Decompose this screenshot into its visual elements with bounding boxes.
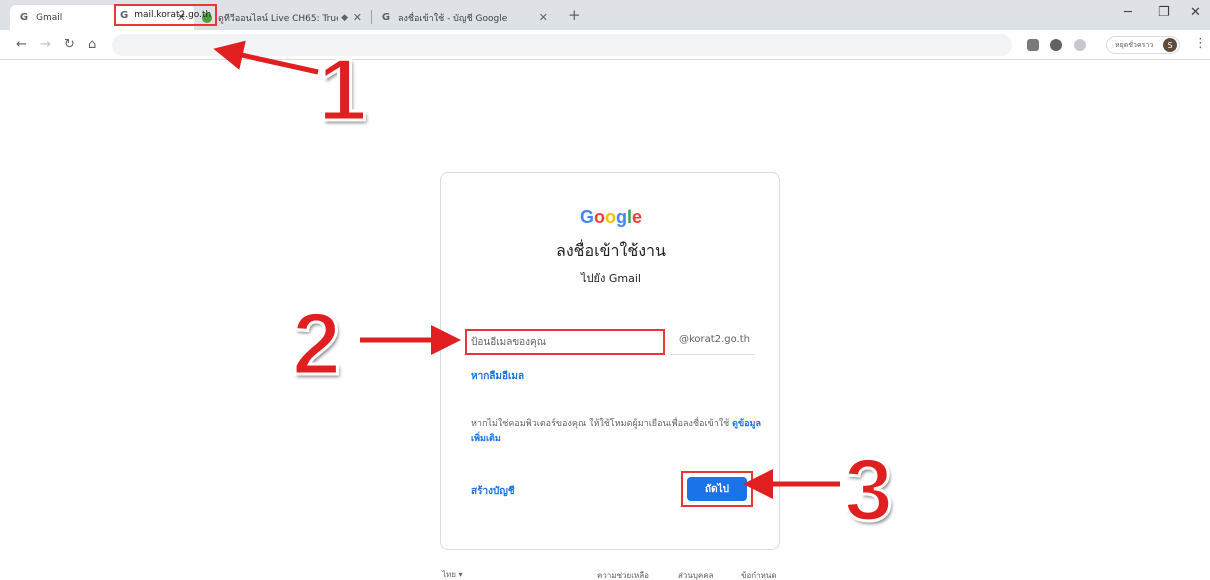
close-tab-icon[interactable]: ✕	[539, 11, 548, 24]
new-tab-icon[interactable]: +	[568, 6, 581, 24]
extension-icon[interactable]	[1050, 39, 1062, 51]
reload-icon[interactable]: ↻	[64, 37, 75, 52]
tab-title: ดูทีวีออนไลน์ Live CH65: TrueS:	[218, 13, 338, 24]
email-domain-suffix: @korat2.go.th	[679, 334, 750, 345]
logo-letter: e	[632, 207, 643, 227]
footer-privacy-link[interactable]: ส่วนบุคคล	[678, 569, 714, 580]
next-button-highlight: ถัดไป	[681, 471, 753, 507]
avatar[interactable]: S	[1163, 38, 1177, 52]
browser-window: G Gmail ✕ ดูทีวีออนไลน์ Live CH65: TrueS…	[0, 0, 1210, 580]
profile-label: หยุดชั่วคราว	[1115, 40, 1154, 49]
extension-icon[interactable]	[1074, 39, 1086, 51]
create-account-link[interactable]: สร้างบัญชี	[471, 484, 515, 499]
logo-letter: o	[604, 207, 616, 227]
minimize-icon[interactable]: ─	[1124, 5, 1132, 20]
logo-letter: o	[593, 207, 605, 227]
language-selector[interactable]: ไทย ▾	[442, 568, 463, 580]
tab-title: Gmail	[36, 12, 63, 23]
restore-icon[interactable]: ❐	[1158, 5, 1170, 20]
input-underline	[671, 354, 755, 355]
signin-subheading: ไปยัง Gmail	[581, 272, 641, 285]
footer-terms-link[interactable]: ข้อกำหนด	[741, 569, 777, 580]
forgot-email-link[interactable]: หากลืมอีเมล	[471, 369, 524, 384]
home-icon[interactable]: ⌂	[88, 37, 96, 52]
address-bar[interactable]	[112, 34, 1012, 56]
signin-heading: ลงชื่อเข้าใช้งาน	[556, 241, 666, 260]
back-arrow-icon[interactable]: ←	[16, 37, 27, 52]
google-g-icon: G	[19, 12, 29, 23]
tab-google-signin[interactable]: G ลงชื่อเข้าใช้ - บัญชี Google ✕	[372, 5, 556, 30]
next-button[interactable]: ถัดไป	[687, 477, 747, 501]
tab-title: ลงชื่อเข้าใช้ - บัญชี Google	[398, 13, 508, 24]
step-number-1: 1	[317, 40, 369, 139]
google-g-icon: G	[381, 12, 391, 23]
signin-card: Google ลงชื่อเข้าใช้งาน ไปยัง Gmail @kor…	[440, 172, 780, 550]
close-tab-icon[interactable]: ✕	[353, 11, 362, 24]
forward-arrow-icon[interactable]: →	[40, 37, 51, 52]
google-g-icon: G	[120, 9, 129, 21]
logo-letter: g	[615, 207, 627, 227]
url-text-highlight[interactable]: G mail.korat2.go.th	[114, 4, 218, 26]
guest-note-text: หากไม่ใช่คอมพิวเตอร์ของคุณ ให้ใช้โหมดผู้…	[471, 419, 730, 429]
toolbar: ← → ↻ ⌂	[0, 30, 1210, 60]
url-text: mail.korat2.go.th	[134, 10, 212, 20]
step-number-3: 3	[843, 440, 895, 539]
step-number-2: 2	[291, 294, 343, 393]
google-logo: Google	[441, 207, 781, 228]
tab-truelive[interactable]: ดูทีวีออนไลน์ Live CH65: TrueS: ◆ ✕	[194, 5, 370, 30]
menu-kebab-icon[interactable]: ⋮	[1194, 36, 1207, 51]
speaker-icon: ◆	[341, 12, 348, 23]
logo-letter: G	[579, 207, 594, 227]
extension-icon[interactable]	[1027, 39, 1039, 51]
footer-help-link[interactable]: ความช่วยเหลือ	[597, 569, 649, 580]
guest-mode-note: หากไม่ใช่คอมพิวเตอร์ของคุณ ให้ใช้โหมดผู้…	[471, 417, 771, 447]
email-input[interactable]	[465, 329, 665, 355]
close-window-icon[interactable]: ✕	[1190, 5, 1201, 20]
